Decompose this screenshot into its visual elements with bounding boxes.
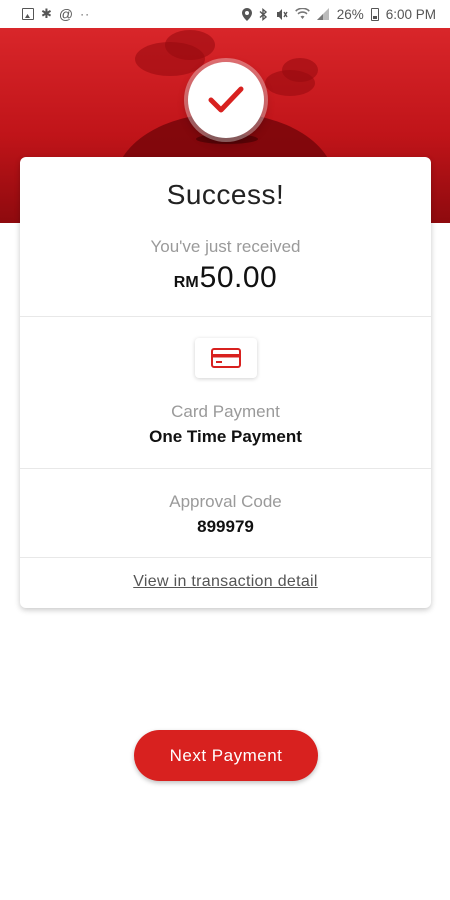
status-bar-left: ✱ @ ·· bbox=[22, 6, 90, 22]
at-icon: @ bbox=[58, 6, 74, 22]
pinwheel-icon: ✱ bbox=[41, 6, 52, 21]
amount-value: 50.00 bbox=[199, 261, 278, 294]
more-dots-icon: ·· bbox=[80, 7, 91, 21]
status-bar-right: 26% 6:00 PM bbox=[241, 6, 436, 22]
mute-icon bbox=[276, 8, 288, 20]
view-transaction-detail-link[interactable]: View in transaction detail bbox=[20, 573, 431, 591]
success-title: Success! bbox=[166, 179, 285, 210]
divider bbox=[20, 557, 431, 558]
payment-method-label: Card Payment bbox=[171, 402, 280, 421]
payment-method-icon-box bbox=[195, 338, 257, 378]
divider bbox=[20, 316, 431, 317]
amount-currency: RM bbox=[173, 274, 199, 291]
cloud-decoration bbox=[282, 58, 318, 82]
location-icon bbox=[241, 7, 252, 21]
next-payment-button[interactable]: Next Payment bbox=[134, 730, 318, 781]
checkmark-icon bbox=[208, 86, 244, 113]
success-badge bbox=[188, 62, 264, 138]
clock: 6:00 PM bbox=[385, 6, 436, 22]
battery-percent: 26% bbox=[336, 6, 364, 22]
amount: RM 50.00 bbox=[20, 261, 431, 295]
approval-code-value: 899979 bbox=[197, 517, 254, 536]
approval-code-label: Approval Code bbox=[169, 492, 282, 511]
credit-card-icon bbox=[211, 348, 241, 368]
image-icon bbox=[22, 8, 34, 20]
signal-icon bbox=[316, 8, 329, 20]
bluetooth-icon bbox=[259, 7, 267, 21]
received-label: You've just received bbox=[150, 237, 301, 256]
battery-icon bbox=[370, 7, 379, 21]
cloud-decoration bbox=[165, 30, 215, 60]
wifi-icon bbox=[294, 8, 310, 19]
success-card: Success! You've just received RM 50.00 C… bbox=[20, 157, 431, 608]
status-bar: ✱ @ ·· 26% 6:00 PM bbox=[0, 0, 450, 28]
payment-method-value: One Time Payment bbox=[149, 427, 302, 446]
divider bbox=[20, 468, 431, 469]
